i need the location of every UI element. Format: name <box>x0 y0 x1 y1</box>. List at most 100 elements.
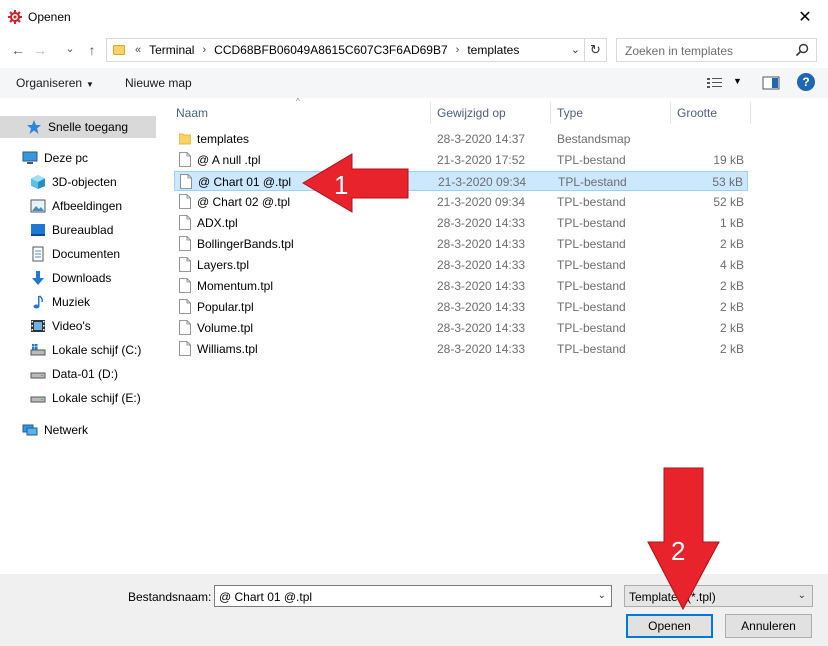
file-size: 2 kB <box>719 237 744 251</box>
column-divider[interactable] <box>750 102 751 124</box>
filetype-select[interactable]: Templates (*.tpl) ⌄ <box>624 585 813 607</box>
folder-icon <box>179 133 191 145</box>
file-icon <box>179 236 191 251</box>
sidebar-item-label: 3D-objecten <box>52 175 117 189</box>
computer-icon <box>22 151 38 164</box>
up-button[interactable]: ↑ <box>82 40 102 60</box>
sidebar-item-music[interactable]: Muziek <box>0 291 156 313</box>
file-row[interactable]: templates 28-3-2020 14:37 Bestandsmap <box>174 129 748 149</box>
file-size: 52 kB <box>713 195 744 209</box>
arrow-left-icon: ← <box>11 42 25 58</box>
sidebar-item-videos[interactable]: Video's <box>0 315 156 337</box>
file-type: TPL-bestand <box>557 258 626 272</box>
back-button[interactable]: ← <box>8 40 28 60</box>
open-button[interactable]: Openen <box>626 614 713 638</box>
breadcrumb-terminal[interactable]: Terminal <box>149 43 194 57</box>
sidebar-item-drive-c[interactable]: Lokale schijf (C:) <box>0 339 156 361</box>
drive-icon <box>30 396 46 403</box>
view-dropdown-button[interactable]: ▼ <box>733 76 742 86</box>
sidebar-item-downloads[interactable]: Downloads <box>0 267 156 289</box>
file-row[interactable]: @ Chart 01 @.tpl 21-3-2020 09:34 TPL-besta… <box>174 171 748 191</box>
forward-button[interactable]: → <box>30 40 50 60</box>
sidebar-item-label: Lokale schijf (C:) <box>52 343 142 357</box>
help-button[interactable]: ? <box>797 73 815 91</box>
sidebar-item-label: Netwerk <box>44 423 89 437</box>
column-header-type[interactable]: Type <box>557 102 583 124</box>
file-type: TPL-bestand <box>557 195 626 209</box>
close-button[interactable]: ✕ <box>782 0 828 34</box>
dialog-footer: Bestandsnaam: @ Chart 01 @.tpl ⌄ Templat… <box>0 574 828 646</box>
cancel-button[interactable]: Annuleren <box>725 614 812 638</box>
file-row[interactable]: Volume.tpl 28-3-2020 14:33 TPL-bestand 2 kB <box>174 318 748 338</box>
music-icon <box>33 295 43 309</box>
sidebar-item-desktop[interactable]: Bureaublad <box>0 219 156 241</box>
breadcrumb-templates[interactable]: templates <box>467 43 519 57</box>
chevron-down-icon[interactable]: ⌄ <box>571 43 580 56</box>
triangle-down-icon: ▼ <box>86 80 94 89</box>
file-row[interactable]: Popular.tpl 28-3-2020 14:33 TPL-bestand 2 k… <box>174 297 748 317</box>
documents-icon <box>32 246 44 262</box>
file-row[interactable]: @ A null .tpl 21-3-2020 17:52 TPL-bestand 1… <box>174 150 748 170</box>
window-title: Openen <box>28 10 71 24</box>
file-date: 28-3-2020 14:33 <box>437 321 526 335</box>
sidebar-item-documents[interactable]: Documenten <box>0 243 156 265</box>
file-size: 19 kB <box>713 153 744 167</box>
file-type: TPL-bestand <box>557 153 626 167</box>
file-row[interactable]: BollingerBands.tpl 28-3-2020 14:33 TPL-bes… <box>174 234 748 254</box>
preview-pane-icon[interactable] <box>762 75 780 91</box>
new-folder-button[interactable]: Nieuwe map <box>125 76 192 90</box>
file-name: @ Chart 01 @.tpl <box>198 175 292 189</box>
column-divider[interactable] <box>430 102 431 124</box>
refresh-button[interactable]: ↻ <box>584 39 606 61</box>
chevron-down-icon: ⌄ <box>65 42 75 55</box>
sidebar-item-pictures[interactable]: Afbeeldingen <box>0 195 156 217</box>
arrow-up-icon: ↑ <box>88 42 96 58</box>
sidebar-item-drive-e[interactable]: Lokale schijf (E:) <box>0 387 156 409</box>
organize-button[interactable]: Organiseren ▼ <box>16 76 94 90</box>
address-bar[interactable]: « Terminal › CCD68BFB06049A8615C607C3F6A… <box>106 38 607 62</box>
file-type: TPL-bestand <box>557 237 626 251</box>
column-divider[interactable] <box>670 102 671 124</box>
file-date: 28-3-2020 14:33 <box>437 342 526 356</box>
chevron-right-icon[interactable]: › <box>202 44 206 56</box>
view-options-icon[interactable] <box>706 75 724 91</box>
app-logo-icon <box>8 10 22 24</box>
sidebar-item-label: Bureaublad <box>52 223 114 237</box>
file-name: BollingerBands.tpl <box>197 237 294 251</box>
sidebar-item-network[interactable]: Netwerk <box>0 419 156 441</box>
file-row[interactable]: @ Chart 02 @.tpl 21-3-2020 09:34 TPL-besta… <box>174 192 748 212</box>
file-row[interactable]: Layers.tpl 28-3-2020 14:33 TPL-bestand 4 kB <box>174 255 748 275</box>
file-date: 28-3-2020 14:37 <box>437 132 526 146</box>
overflow-icon[interactable]: « <box>135 44 141 56</box>
sidebar-item-label: Muziek <box>52 295 91 309</box>
annotation-label-2: 2 <box>671 536 686 566</box>
file-name: Popular.tpl <box>197 300 254 314</box>
column-header-name[interactable]: Naam <box>176 102 208 124</box>
file-type: Bestandsmap <box>557 132 631 146</box>
file-row[interactable]: ADX.tpl 28-3-2020 14:33 TPL-bestand 1 kB <box>174 213 748 233</box>
filename-input[interactable]: @ Chart 01 @.tpl ⌄ <box>214 585 612 607</box>
file-type: TPL-bestand <box>557 321 626 335</box>
chevron-down-icon[interactable]: ⌄ <box>598 590 606 601</box>
column-header-size[interactable]: Grootte <box>677 102 717 124</box>
file-size: 4 kB <box>719 258 744 272</box>
sidebar-item-quick-access[interactable]: Snelle toegang <box>0 116 156 138</box>
recent-locations-button[interactable]: ⌄ <box>60 38 80 58</box>
column-header-modified[interactable]: Gewijzigd op <box>437 102 506 124</box>
file-icon <box>179 194 191 209</box>
search-icon[interactable] <box>794 42 810 58</box>
chevron-right-icon[interactable]: › <box>456 44 460 56</box>
breadcrumb-id[interactable]: CCD68BFB06049A8615C607C3F6AD69B7 <box>214 43 447 57</box>
file-row[interactable]: Momentum.tpl 28-3-2020 14:33 TPL-bestand 2 … <box>174 276 748 296</box>
sort-ascending-icon: ^ <box>296 97 300 106</box>
file-row[interactable]: Williams.tpl 28-3-2020 14:33 TPL-bestand 2 … <box>174 339 748 359</box>
sidebar-item-drive-d[interactable]: Data-01 (D:) <box>0 363 156 385</box>
file-name: ADX.tpl <box>197 216 238 230</box>
filetype-value: Templates (*.tpl) <box>629 590 716 604</box>
sidebar-item-label: Documenten <box>52 247 121 261</box>
search-input[interactable]: Zoeken in templates <box>616 38 817 62</box>
file-icon <box>179 341 191 356</box>
sidebar-item-3d-objects[interactable]: 3D-objecten <box>0 171 156 193</box>
sidebar-item-this-pc[interactable]: Deze pc <box>0 147 156 169</box>
column-divider[interactable] <box>550 102 551 124</box>
